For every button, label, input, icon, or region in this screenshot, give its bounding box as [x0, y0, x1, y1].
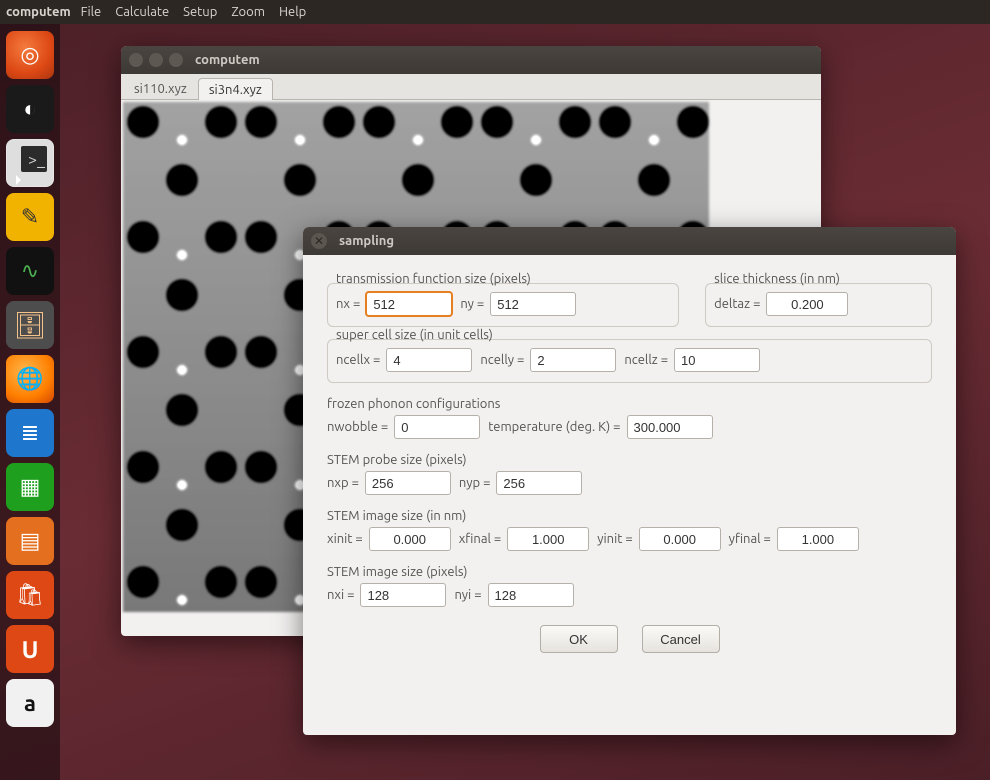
launcher-impress[interactable]: ▤: [6, 517, 54, 565]
computem-titlebar[interactable]: computem: [121, 46, 821, 74]
nyi-label: nyi =: [454, 588, 481, 602]
nxi-input[interactable]: [360, 583, 446, 607]
group-transmission: transmission function size (pixels) nx =…: [327, 283, 679, 327]
ny-input[interactable]: [490, 292, 576, 316]
nyp-input[interactable]: [496, 471, 582, 495]
nxi-label: nxi =: [327, 588, 354, 602]
xfinal-input[interactable]: [507, 527, 589, 551]
dialog-close-icon[interactable]: ✕: [311, 233, 327, 249]
sphere-icon: ◐: [23, 96, 36, 122]
launcher-firefox[interactable]: 🌐: [6, 355, 54, 403]
amazon-icon: a: [24, 691, 36, 716]
group-slice: slice thickness (in nm) deltaz =: [705, 283, 932, 327]
deltaz-label: deltaz =: [714, 297, 760, 311]
launcher-files[interactable]: 🗄: [6, 301, 54, 349]
tab-si3n4[interactable]: si3n4.xyz: [198, 78, 273, 100]
launcher-writer[interactable]: ≣: [6, 409, 54, 457]
ok-button[interactable]: OK: [540, 625, 618, 653]
xinit-label: xinit =: [327, 532, 363, 546]
transmission-legend: transmission function size (pixels): [336, 272, 531, 286]
probe-legend: STEM probe size (pixels): [327, 453, 932, 467]
group-image-px: STEM image size (pixels) nxi = nyi =: [327, 565, 932, 607]
nxp-label: nxp =: [327, 476, 359, 490]
menu-setup[interactable]: Setup: [183, 5, 217, 19]
bag-icon: 🛍: [16, 582, 44, 608]
running-indicator-icon: [16, 175, 21, 185]
ncellz-input[interactable]: [674, 348, 760, 372]
launcher-draw[interactable]: ✎: [6, 193, 54, 241]
yinit-label: yinit =: [597, 532, 632, 546]
image-nm-legend: STEM image size (in nm): [327, 509, 932, 523]
sampling-dialog: ✕ sampling transmission function size (p…: [303, 227, 956, 735]
sampling-titlebar[interactable]: ✕ sampling: [303, 227, 956, 255]
tab-si110[interactable]: si110.xyz: [123, 77, 198, 99]
launcher-viewer[interactable]: ◐: [6, 85, 54, 133]
deltaz-input[interactable]: [766, 292, 848, 316]
ny-label: ny =: [460, 297, 484, 311]
nwobble-input[interactable]: [394, 415, 480, 439]
group-supercell: super cell size (in unit cells) ncellx =…: [327, 339, 932, 383]
maximize-icon[interactable]: [169, 53, 183, 67]
ubuntu-icon: ◎: [20, 42, 39, 68]
group-phonon: frozen phonon configurations nwobble = t…: [327, 397, 932, 439]
yfinal-input[interactable]: [777, 527, 859, 551]
file-tabs: si110.xyz si3n4.xyz: [121, 74, 821, 100]
unity-launcher: ◎ ◐ >_ ✎ ∿ 🗄 🌐 ≣ ▦ ▤ 🛍 U a: [0, 24, 60, 780]
ncellx-input[interactable]: [386, 348, 472, 372]
ncellx-label: ncellx =: [336, 353, 380, 367]
xfinal-label: xfinal =: [459, 532, 502, 546]
minimize-icon[interactable]: [149, 53, 163, 67]
menu-calculate[interactable]: Calculate: [115, 5, 169, 19]
cancel-button[interactable]: Cancel: [642, 625, 720, 653]
impress-icon: ▤: [20, 528, 41, 554]
nxp-input[interactable]: [365, 471, 451, 495]
writer-icon: ≣: [21, 420, 39, 446]
nx-input[interactable]: [366, 292, 452, 316]
xinit-input[interactable]: [369, 527, 451, 551]
draw-icon: ✎: [21, 204, 39, 230]
launcher-amazon[interactable]: a: [6, 679, 54, 727]
menu-help[interactable]: Help: [279, 5, 306, 19]
ncellz-label: ncellz =: [624, 353, 668, 367]
temperature-label: temperature (deg. K) =: [488, 420, 620, 434]
calc-icon: ▦: [20, 474, 41, 500]
nyp-label: nyp =: [459, 476, 491, 490]
app-name: computem: [6, 5, 71, 19]
window-title: computem: [195, 53, 260, 67]
menu-file[interactable]: File: [81, 5, 102, 19]
files-icon: 🗄: [13, 310, 46, 341]
phonon-legend: frozen phonon configurations: [327, 397, 932, 411]
yinit-input[interactable]: [639, 527, 721, 551]
yfinal-label: yfinal =: [729, 532, 771, 546]
launcher-ubuntu-one[interactable]: U: [6, 625, 54, 673]
ncelly-input[interactable]: [530, 348, 616, 372]
launcher-terminal[interactable]: >_: [6, 139, 54, 187]
supercell-legend: super cell size (in unit cells): [336, 328, 493, 342]
group-image-nm: STEM image size (in nm) xinit = xfinal =…: [327, 509, 932, 551]
slice-legend: slice thickness (in nm): [714, 272, 840, 286]
nwobble-label: nwobble =: [327, 420, 388, 434]
menubar: computem File Calculate Setup Zoom Help: [0, 0, 990, 24]
nyi-input[interactable]: [488, 583, 574, 607]
monitor-icon: ∿: [21, 258, 39, 284]
launcher-dash[interactable]: ◎: [6, 31, 54, 79]
terminal-icon: >_: [28, 151, 45, 169]
u-icon: U: [22, 636, 39, 663]
launcher-software[interactable]: 🛍: [6, 571, 54, 619]
menu-zoom[interactable]: Zoom: [231, 5, 265, 19]
launcher-calc[interactable]: ▦: [6, 463, 54, 511]
ncelly-label: ncelly =: [480, 353, 524, 367]
group-probe: STEM probe size (pixels) nxp = nyp =: [327, 453, 932, 495]
temperature-input[interactable]: [627, 415, 713, 439]
dialog-title: sampling: [339, 234, 394, 248]
firefox-icon: 🌐: [16, 366, 43, 392]
close-icon[interactable]: [129, 53, 143, 67]
nx-label: nx =: [336, 297, 360, 311]
image-px-legend: STEM image size (pixels): [327, 565, 932, 579]
launcher-monitor[interactable]: ∿: [6, 247, 54, 295]
